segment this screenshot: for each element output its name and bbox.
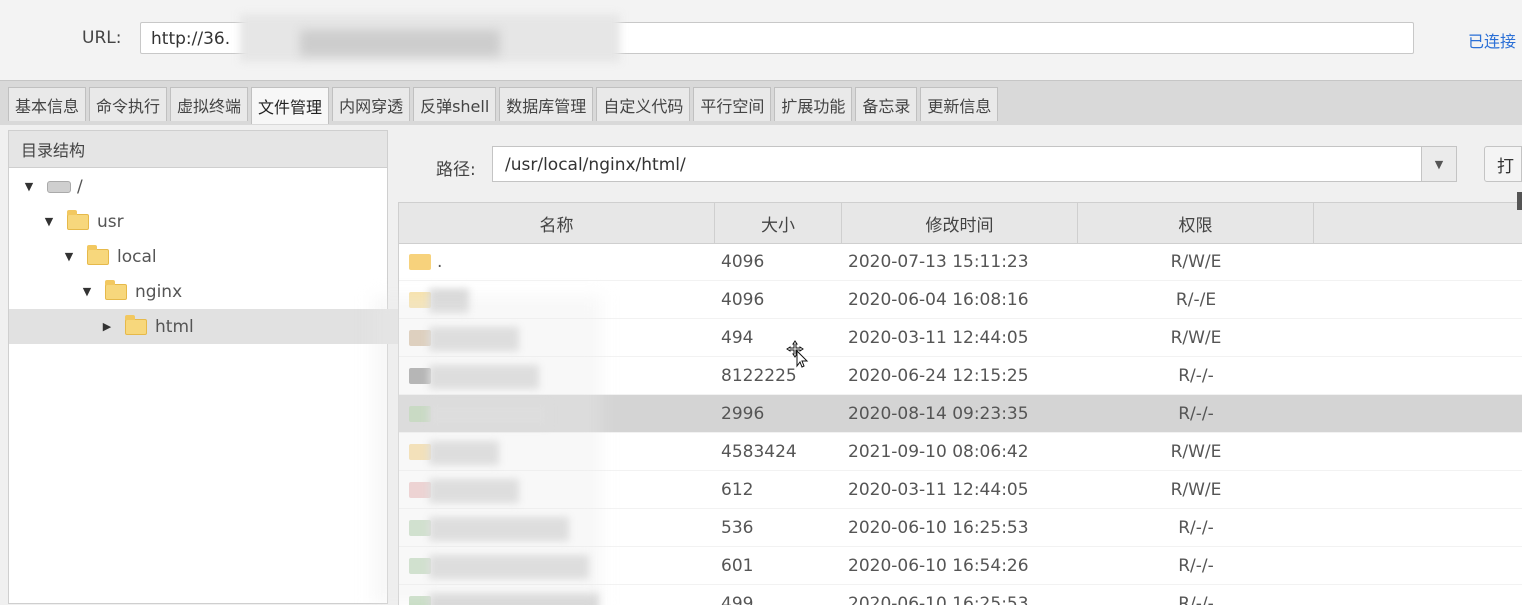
- column-header[interactable]: 权限: [1078, 203, 1314, 243]
- column-header[interactable]: 大小: [715, 203, 842, 243]
- cell-modified: 2020-06-04 16:08:16: [848, 290, 1029, 310]
- cell-size: 494: [721, 328, 754, 348]
- tab-2[interactable]: 虚拟终端: [170, 87, 249, 121]
- redaction-blur: [372, 296, 602, 604]
- path-input[interactable]: /usr/local/nginx/html/: [492, 146, 1422, 182]
- tab-8[interactable]: 平行空间: [693, 87, 772, 121]
- caret-down-icon[interactable]: ▼: [61, 250, 77, 263]
- tab-5[interactable]: 反弹shell: [413, 87, 497, 121]
- cell-size: 4583424: [721, 442, 797, 462]
- tree-node-label: /: [77, 176, 83, 197]
- cell-size: 499: [721, 594, 754, 605]
- tree-node[interactable]: ▼ /: [9, 169, 399, 204]
- tab-11[interactable]: 更新信息: [920, 87, 999, 121]
- cell-modified: 2020-07-13 15:11:23: [848, 252, 1029, 272]
- column-header-empty: [1314, 203, 1522, 243]
- tab-4[interactable]: 内网穿透: [332, 87, 411, 121]
- tree-node[interactable]: ▼ usr: [9, 204, 419, 239]
- caret-down-icon[interactable]: ▼: [41, 215, 57, 228]
- cell-perm: R/-/-: [1178, 556, 1214, 576]
- folder-icon: [125, 314, 147, 335]
- scrollbar-handle[interactable]: [1517, 192, 1522, 210]
- directory-tree: 目录结构 ▼ / ▼ usr ▼ local ▼ nginx ▶ html: [8, 130, 477, 604]
- column-header[interactable]: 名称: [399, 203, 715, 243]
- cell-size: 601: [721, 556, 754, 576]
- cell-perm: R/-/-: [1178, 366, 1214, 386]
- cell-modified: 2020-06-10 16:25:53: [848, 594, 1029, 605]
- cell-perm: R/-/-: [1178, 594, 1214, 605]
- url-bar: URL: http://36. 已连接: [0, 0, 1522, 80]
- connection-status-link[interactable]: 已连接: [1468, 28, 1516, 52]
- caret-down-icon[interactable]: ▼: [79, 285, 95, 298]
- tab-7[interactable]: 自定义代码: [596, 87, 691, 121]
- move-cursor-icon: [786, 340, 809, 368]
- cell-modified: 2020-06-24 12:15:25: [848, 366, 1029, 386]
- tab-9[interactable]: 扩展功能: [774, 87, 853, 121]
- folder-icon: [105, 279, 127, 300]
- column-header[interactable]: 修改时间: [842, 203, 1078, 243]
- cell-size: 2996: [721, 404, 765, 424]
- folder-icon: [67, 209, 89, 230]
- cell-perm: R/-/E: [1175, 290, 1217, 310]
- tree-node-label: local: [117, 246, 157, 267]
- cell-modified: 2020-08-14 09:23:35: [848, 404, 1029, 424]
- path-label: 路径:: [436, 160, 476, 180]
- tree-node[interactable]: ▼ local: [9, 239, 439, 274]
- cell-modified: 2020-03-11 12:44:05: [848, 328, 1029, 348]
- tree-node-label: nginx: [135, 281, 183, 302]
- tab-6[interactable]: 数据库管理: [499, 87, 594, 121]
- table-header: 名称 大小 修改时间 权限: [399, 203, 1522, 244]
- cell-perm: R/-/-: [1178, 518, 1214, 538]
- redaction-blur: [300, 30, 500, 56]
- tab-1[interactable]: 命令执行: [89, 87, 168, 121]
- cell-perm: R/W/E: [1170, 480, 1222, 500]
- tree-header: 目录结构: [9, 131, 387, 168]
- cell-modified: 2020-06-10 16:54:26: [848, 556, 1029, 576]
- chevron-down-icon: ▼: [1434, 157, 1444, 171]
- cell-size: 8122225: [721, 366, 797, 386]
- drive-icon: [47, 180, 71, 193]
- cell-perm: R/W/E: [1170, 442, 1222, 462]
- cell-name: .: [437, 252, 443, 272]
- table-row[interactable]: . 4096 2020-07-13 15:11:23 R/W/E: [399, 243, 1522, 281]
- cell-size: 536: [721, 518, 754, 538]
- tab-3[interactable]: 文件管理: [251, 87, 330, 124]
- file-icon: [409, 254, 431, 270]
- cell-perm: R/-/-: [1178, 404, 1214, 424]
- cell-size: 4096: [721, 290, 765, 310]
- url-label: URL:: [82, 28, 122, 48]
- cell-perm: R/W/E: [1170, 328, 1222, 348]
- folder-icon: [87, 244, 109, 265]
- tab-10[interactable]: 备忘录: [855, 87, 918, 121]
- tab-list: 基本信息 命令执行 虚拟终端 文件管理 内网穿透 反弹shell 数据库管理 自定义代码 平行空…: [8, 87, 999, 124]
- open-button[interactable]: 打: [1484, 146, 1522, 182]
- tab-0[interactable]: 基本信息: [8, 87, 87, 121]
- path-dropdown-button[interactable]: ▼: [1421, 146, 1457, 182]
- cell-size: 4096: [721, 252, 765, 272]
- tree-node-label: html: [155, 316, 194, 337]
- cell-modified: 2020-03-11 12:44:05: [848, 480, 1029, 500]
- cell-size: 612: [721, 480, 754, 500]
- cell-modified: 2021-09-10 08:06:42: [848, 442, 1029, 462]
- cell-modified: 2020-06-10 16:25:53: [848, 518, 1029, 538]
- tree-node-label: usr: [97, 211, 124, 232]
- caret-down-icon[interactable]: ▼: [21, 180, 37, 193]
- caret-right-icon[interactable]: ▶: [99, 320, 115, 333]
- cell-perm: R/W/E: [1170, 252, 1222, 272]
